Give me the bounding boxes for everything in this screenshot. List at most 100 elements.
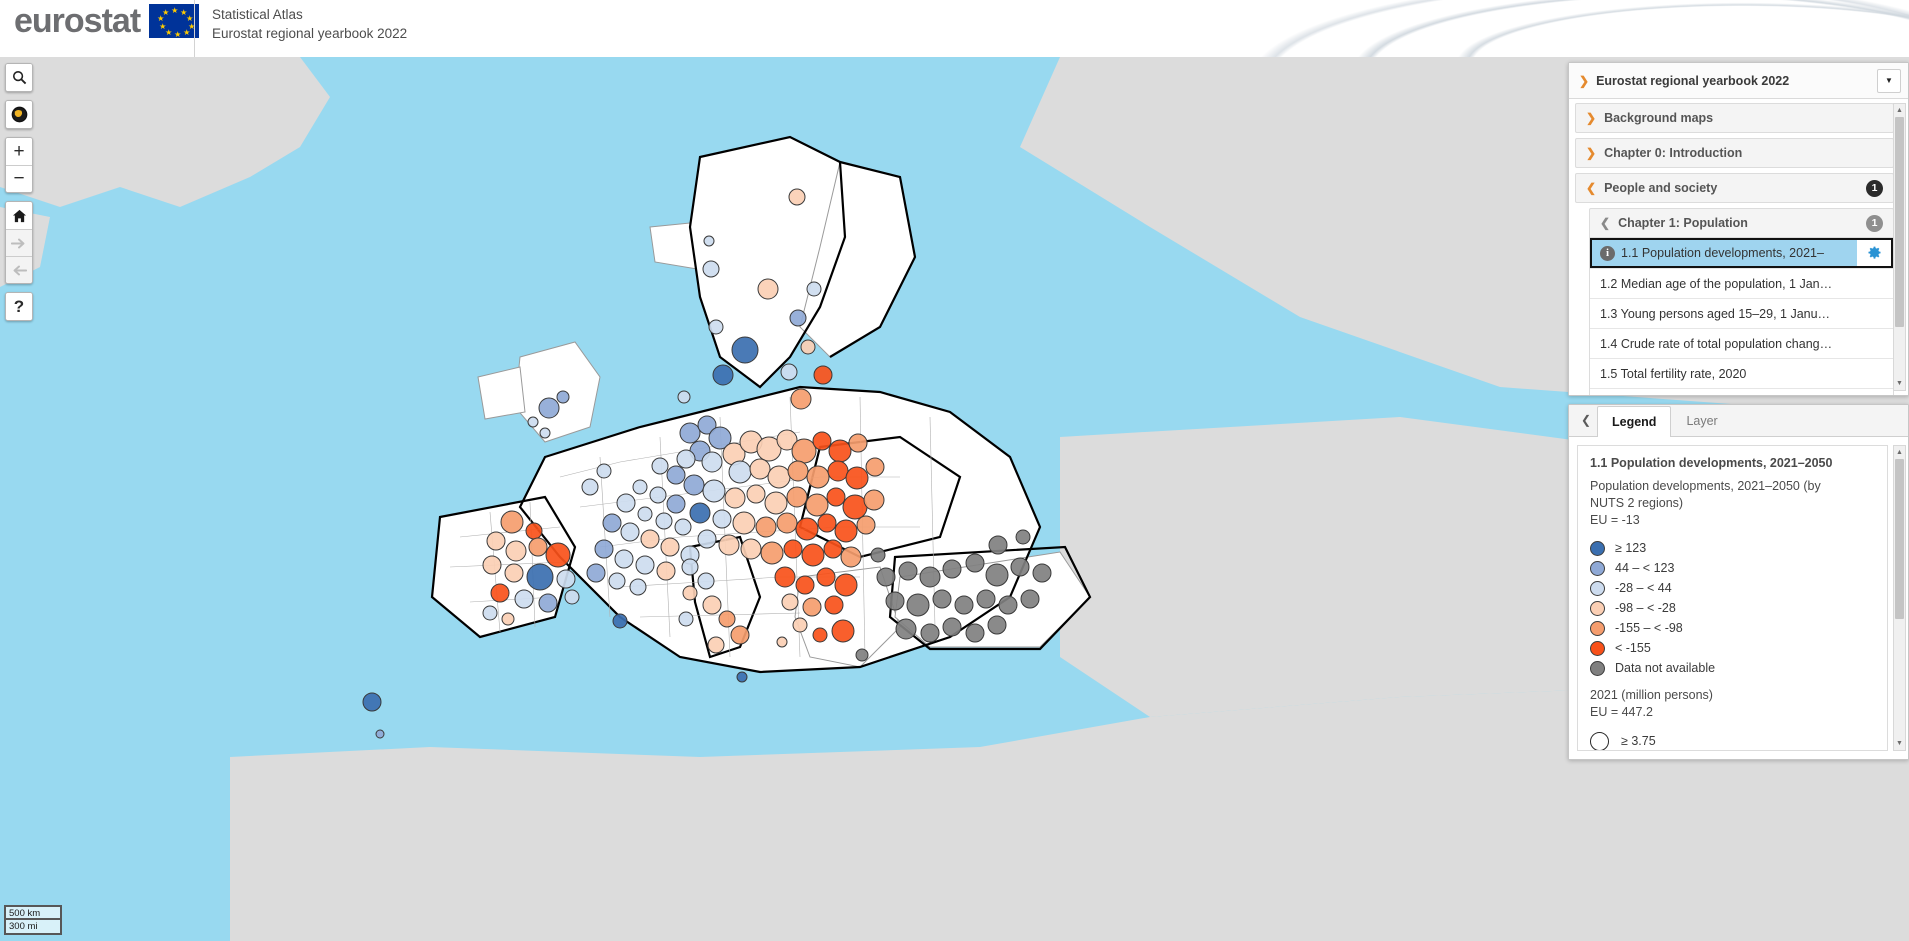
legend-class-item: -98 – < -28 [1590, 598, 1875, 618]
forward-extent-button[interactable] [6, 229, 32, 256]
globe-tool-group [5, 100, 33, 129]
legend-size-item: ≥ 3.75 [1590, 729, 1875, 750]
toc-title: Eurostat regional yearbook 2022 [1596, 73, 1790, 88]
help-button[interactable]: ? [6, 293, 32, 320]
toc-group-chapter-0[interactable]: ❯ Chapter 0: Introduction [1575, 138, 1894, 168]
scroll-down-icon[interactable]: ▼ [1893, 737, 1906, 750]
right-panel: ❯ Eurostat regional yearbook 2022 ▼ ❯ Ba… [1568, 62, 1909, 760]
dataset-label: 1.1 Population developments, 2021– [1621, 246, 1824, 260]
legend-class-item: ≥ 123 [1590, 538, 1875, 558]
legend-color-swatch [1590, 580, 1605, 596]
help-tool-group: ? [5, 292, 33, 321]
back-extent-button[interactable] [6, 256, 32, 283]
toc-subgroup-label: Chapter 1: Population [1618, 216, 1748, 230]
dataset-label: 1.2 Median age of the population, 1 Jan… [1600, 276, 1833, 291]
dataset-label: 1.5 Total fertility rate, 2020 [1600, 366, 1747, 381]
map-toolbar: + − ? [5, 63, 33, 329]
toc-group-count-badge: 1 [1866, 179, 1883, 197]
tab-layer[interactable]: Layer [1671, 405, 1732, 436]
header-decorative-swoosh [1149, 0, 1909, 57]
legend-eu-value: EU = -13 [1590, 513, 1640, 527]
legend-size-header-line2: EU = 447.2 [1590, 705, 1653, 719]
legend-class-item: < -155 [1590, 638, 1875, 658]
toc-body: ❯ Background maps ❯ Chapter 0: Introduct… [1569, 99, 1908, 395]
logo-wordmark: eurostat [14, 2, 141, 40]
table-of-contents-panel: ❯ Eurostat regional yearbook 2022 ▼ ❯ Ba… [1568, 62, 1909, 396]
legend-color-swatch [1590, 640, 1605, 656]
globe-icon[interactable] [6, 101, 32, 128]
dataset-item-1-4[interactable]: 1.4 Crude rate of total population chang… [1590, 328, 1893, 358]
dataset-item-1-1[interactable]: i 1.1 Population developments, 2021– [1590, 238, 1893, 268]
search-tool-group [5, 63, 33, 92]
toc-scrollbar[interactable]: ▲ ▼ [1893, 103, 1906, 391]
tab-legend[interactable]: Legend [1597, 406, 1672, 437]
toc-group-label: People and society [1604, 181, 1718, 195]
legend-color-swatch [1590, 560, 1605, 576]
legend-tab-bar: ❮ Legend Layer [1569, 405, 1908, 437]
map-scalebar: 500 km 300 mi [4, 905, 62, 935]
eurostat-logo: eurostat ★ ★ ★ ★ ★ ★ ★ ★ ★ ★ [14, 2, 200, 40]
legend-size-swatch [1590, 731, 1609, 750]
scroll-down-icon[interactable]: ▼ [1893, 377, 1906, 390]
legend-class-item: 44 – < 123 [1590, 558, 1875, 578]
legend-class-label: -98 – < -28 [1615, 601, 1676, 615]
legend-color-swatch [1590, 620, 1605, 636]
app-header: eurostat ★ ★ ★ ★ ★ ★ ★ ★ ★ ★ Statistical… [0, 0, 1909, 57]
legend-class-label: ≥ 123 [1615, 541, 1647, 555]
search-icon[interactable] [6, 64, 32, 91]
dataset-list: i 1.1 Population developments, 2021– 1.2… [1589, 238, 1894, 395]
dataset-item-1-3[interactable]: 1.3 Young persons aged 15–29, 1 Janu… [1590, 298, 1893, 328]
legend-color-swatch [1590, 540, 1605, 556]
info-icon[interactable]: i [1600, 245, 1615, 261]
header-title-block: Statistical Atlas Eurostat regional year… [212, 5, 407, 43]
header-divider [194, 0, 195, 57]
legend-content: 1.1 Population developments, 2021–2050 P… [1577, 445, 1888, 751]
legend-scroll-thumb[interactable] [1895, 459, 1904, 619]
chevron-right-icon: ❯ [1579, 73, 1590, 88]
legend-class-label: -28 – < 44 [1615, 581, 1672, 595]
scroll-up-icon[interactable]: ▲ [1893, 446, 1906, 459]
toc-group-background-maps[interactable]: ❯ Background maps [1575, 103, 1894, 133]
legend-subtitle-line2: NUTS 2 regions) [1590, 496, 1684, 510]
legend-scroll-track[interactable] [1894, 459, 1905, 737]
zoom-in-button[interactable]: + [6, 138, 32, 165]
dataset-item-1-6[interactable]: 1.6 Projected life expectancy at birth f… [1590, 388, 1893, 395]
legend-class-item: Data not available [1590, 658, 1875, 678]
toc-scroll-track[interactable] [1894, 117, 1905, 377]
legend-title: 1.1 Population developments, 2021–2050 [1590, 456, 1833, 470]
legend-color-swatch [1590, 600, 1605, 616]
legend-class-label: 44 – < 123 [1615, 561, 1675, 575]
home-extent-button[interactable] [6, 202, 32, 229]
chevron-down-icon: ❮ [1600, 216, 1611, 230]
toc-subgroup-chapter-1: ❮ Chapter 1: Population 1 i 1.1 Populati… [1589, 208, 1894, 395]
toc-subgroup-count-badge: 1 [1866, 214, 1883, 232]
toc-subgroup-header[interactable]: ❮ Chapter 1: Population 1 [1589, 208, 1894, 238]
navigation-tool-group [5, 201, 33, 284]
toc-scroll-thumb[interactable] [1895, 117, 1904, 327]
chevron-right-icon: ❯ [1586, 146, 1597, 160]
legend-class-item: -28 – < 44 [1590, 578, 1875, 598]
toc-group-people-and-society[interactable]: ❮ People and society 1 [1575, 173, 1894, 203]
dataset-label: 1.4 Crude rate of total population chang… [1600, 336, 1833, 351]
dataset-item-1-2[interactable]: 1.2 Median age of the population, 1 Jan… [1590, 268, 1893, 298]
legend-scrollbar[interactable]: ▲ ▼ [1893, 445, 1906, 751]
gear-icon[interactable] [1857, 240, 1891, 266]
zoom-tool-group: + − [5, 137, 33, 193]
chevron-down-icon[interactable]: ▼ [1877, 68, 1901, 93]
scalebar-mi: 300 mi [4, 920, 62, 935]
toc-header[interactable]: ❯ Eurostat regional yearbook 2022 ▼ [1569, 63, 1908, 99]
scroll-up-icon[interactable]: ▲ [1893, 104, 1906, 117]
legend-body: 1.1 Population developments, 2021–2050 P… [1569, 437, 1908, 759]
legend-size-label: ≥ 3.75 [1621, 734, 1656, 748]
chevron-down-icon: ❮ [1586, 181, 1597, 195]
legend-color-swatch [1590, 660, 1605, 676]
zoom-out-button[interactable]: − [6, 165, 32, 192]
eu-flag-icon: ★ ★ ★ ★ ★ ★ ★ ★ ★ ★ [149, 4, 200, 39]
chevron-down-icon[interactable]: ❮ [1575, 404, 1597, 436]
legend-class-label: < -155 [1615, 641, 1651, 655]
legend-subtitle-line1: Population developments, 2021–2050 (by [1590, 479, 1821, 493]
legend-size-header-line1: 2021 (million persons) [1590, 688, 1713, 702]
scalebar-km: 500 km [4, 905, 62, 920]
legend-panel: ❮ Legend Layer 1.1 Population developmen… [1568, 404, 1909, 760]
dataset-item-1-5[interactable]: 1.5 Total fertility rate, 2020 [1590, 358, 1893, 388]
